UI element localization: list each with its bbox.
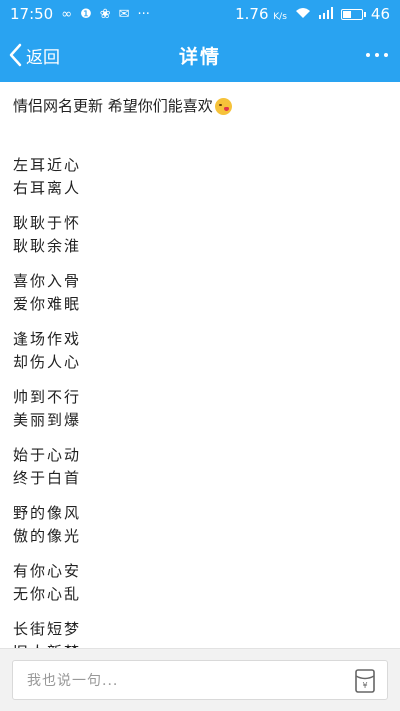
verse-group: 始于心动 终于白首 <box>13 444 387 490</box>
infinity-icon: ∞ <box>61 6 73 22</box>
more-dot-icon <box>384 53 388 57</box>
more-options-button[interactable] <box>366 28 388 82</box>
comment-placeholder: 我也说一句... <box>27 673 119 689</box>
verse-list: 左耳近心右耳离人耿耿于怀耿耿余淮喜你入骨爱你难眠逢场作戏却伤人心帅到不行美丽到爆… <box>13 154 387 648</box>
page-title: 详情 <box>178 45 221 68</box>
verse-line: 左耳近心 <box>13 156 82 174</box>
red-packet-icon[interactable]: ¥ <box>355 669 375 693</box>
verse-line: 旧人新梦 <box>13 641 387 648</box>
verse-line: 长街短梦 <box>13 620 82 638</box>
verse-line: 逢场作戏 <box>13 330 82 348</box>
nav-bar: 返回 详情 <box>0 28 400 82</box>
verse-line: 无你心乱 <box>13 585 82 603</box>
post-title: 情侣网名更新 希望你们能喜欢 <box>13 94 387 118</box>
svg-text:¥: ¥ <box>362 681 367 690</box>
wifi-icon <box>295 7 311 22</box>
verse-line: 帅到不行 <box>13 388 82 406</box>
status-bar: 17:50 ∞ ❶ ❀ ✉ ··· 1.76 K/s 46 <box>0 0 400 28</box>
verse-group: 有你心安 无你心乱 <box>13 560 387 606</box>
verse-line: 耿耿余淮 <box>13 237 82 255</box>
verse-group: 左耳近心 右耳离人 <box>13 154 387 200</box>
verse-line: 美丽到爆 <box>13 411 82 429</box>
back-label: 返回 <box>26 47 60 68</box>
verse-line: 耿耿于怀 <box>13 214 82 232</box>
verse-line: 终于白首 <box>13 469 82 487</box>
status-left: 17:50 ∞ ❶ ❀ ✉ ··· <box>10 5 150 23</box>
verse-line: 爱你难眠 <box>13 295 82 313</box>
chevron-left-icon <box>9 43 22 67</box>
verse-group: 长街短梦旧人新梦 <box>13 618 387 648</box>
cell-signal-icon <box>318 6 333 22</box>
paw-icon: ❀ <box>99 6 111 22</box>
message-icon: ✉ <box>118 6 130 22</box>
verse-line: 始于心动 <box>13 446 82 464</box>
status-time: 17:50 <box>10 5 54 23</box>
kiss-emoji-icon <box>214 97 232 115</box>
status-right: 1.76 K/s 46 <box>235 5 390 23</box>
battery-level: 46 <box>370 5 390 23</box>
more-dot-icon <box>366 53 370 57</box>
verse-group: 逢场作戏 却伤人心 <box>13 328 387 374</box>
more-dot-icon <box>375 53 379 57</box>
verse-group: 耿耿于怀 耿耿余淮 <box>13 212 387 258</box>
verse-group: 喜你入骨 爱你难眠 <box>13 270 387 316</box>
back-button[interactable]: 返回 <box>8 28 60 82</box>
network-speed: 1.76 K/s <box>235 5 287 23</box>
battery-icon <box>340 8 366 20</box>
verse-line: 右耳离人 <box>13 179 82 197</box>
more-notifications-icon: ··· <box>137 6 150 22</box>
verse-group: 帅到不行 美丽到爆 <box>13 386 387 432</box>
app-notification-icon: ❶ <box>80 6 92 22</box>
verse-group: 野的像风 傲的像光 <box>13 502 387 548</box>
verse-line: 野的像风 <box>13 504 82 522</box>
verse-line: 喜你入骨 <box>13 272 82 290</box>
verse-line: 却伤人心 <box>13 353 82 371</box>
verse-line: 傲的像光 <box>13 527 82 545</box>
comment-bar: 我也说一句... ¥ <box>0 648 400 711</box>
comment-input[interactable]: 我也说一句... ¥ <box>12 660 388 700</box>
verse-line: 有你心安 <box>13 562 82 580</box>
post-content: 情侣网名更新 希望你们能喜欢 左耳近心右耳离人耿耿于怀耿耿余淮喜你入骨爱你难眠逢… <box>0 82 400 648</box>
